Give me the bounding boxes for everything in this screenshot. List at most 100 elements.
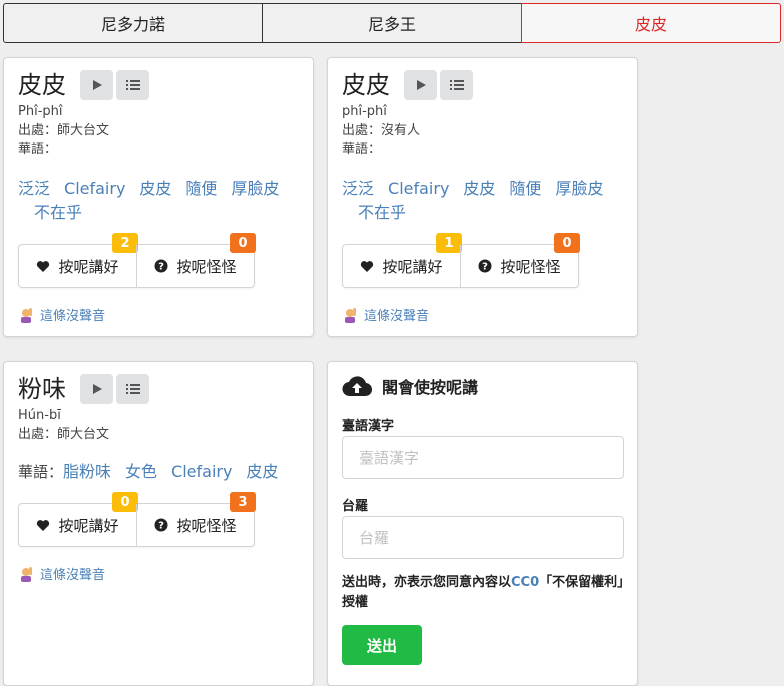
weird-count-badge: 0 — [554, 233, 580, 253]
no-sound-text: 這條沒聲音 — [364, 309, 430, 324]
vote-group: 按呢講好 1 ? 按呢怪怪 0 — [342, 233, 580, 288]
weird-button[interactable]: ? 按呢怪怪 0 — [136, 233, 256, 287]
like-label: 按呢講好 — [58, 516, 119, 535]
entry-romanization: Hún-bī — [18, 408, 61, 423]
related-link[interactable]: Clefairy — [64, 179, 125, 198]
related-link[interactable]: 不在乎 — [34, 203, 82, 222]
cloud-upload-icon — [342, 376, 372, 397]
like-button[interactable]: 按呢講好 2 — [19, 233, 138, 287]
weird-button[interactable]: ? 按呢怪怪 3 — [136, 492, 256, 546]
cc0-link[interactable]: CC0 — [511, 575, 539, 590]
weird-button[interactable]: ? 按呢怪怪 0 — [460, 233, 580, 287]
vote-group: 按呢講好 0 ? 按呢怪怪 3 — [18, 492, 256, 547]
related-link[interactable]: 皮皮 — [246, 462, 278, 481]
entry-meta: Phî-phî 出處：師大台文 華語： — [18, 102, 109, 159]
list-button[interactable] — [116, 70, 149, 100]
heart-icon — [361, 260, 374, 272]
person-raising-hand-icon — [21, 307, 32, 323]
related-link[interactable]: 女色 — [125, 462, 157, 481]
related-link[interactable]: 皮皮 — [463, 179, 495, 198]
tab-nidoking[interactable]: 尼多王 — [262, 3, 522, 43]
svg-text:?: ? — [483, 262, 489, 273]
list-icon — [125, 384, 140, 394]
tab-bar: 尼多力諾 尼多王 皮皮 — [3, 3, 781, 43]
word-row: 皮皮 — [18, 70, 152, 100]
related-link[interactable]: 隨便 — [185, 179, 217, 198]
word-row: 粉味 — [18, 374, 152, 404]
no-sound-link[interactable]: 這條沒聲音 — [18, 564, 105, 583]
question-circle-icon: ? — [478, 259, 492, 273]
entry-romanization: phî-phî — [342, 104, 387, 119]
license-note-prefix: 送出時，亦表示您同意內容以 — [342, 575, 512, 590]
like-button[interactable]: 按呢講好 1 — [343, 233, 462, 287]
no-sound-link[interactable]: 這條沒聲音 — [18, 305, 105, 324]
entry-word: 皮皮 — [342, 71, 390, 99]
like-label: 按呢講好 — [58, 257, 119, 276]
entry-mandarin-label: 華語： — [18, 463, 64, 481]
play-button[interactable] — [404, 70, 437, 100]
entry-word: 皮皮 — [18, 71, 66, 99]
entry-meta: phî-phî 出處：沒有人 華語： — [342, 102, 420, 159]
related-link[interactable]: 隨便 — [509, 179, 541, 198]
add-entry-form: 閣會使按呢講 臺語漢字 台羅 送出時，亦表示您同意內容以CC0「不保留權利」授權… — [327, 361, 638, 686]
related-link[interactable]: 泛泛 — [18, 179, 50, 198]
svg-text:?: ? — [159, 521, 165, 532]
list-icon — [125, 80, 140, 90]
tailo-label: 台羅 — [342, 499, 369, 514]
submit-button[interactable]: 送出 — [342, 625, 422, 665]
related-link[interactable]: 不在乎 — [358, 203, 406, 222]
weird-label: 按呢怪怪 — [500, 257, 561, 276]
play-icon — [92, 384, 102, 394]
tab-nidorino[interactable]: 尼多力諾 — [3, 3, 263, 43]
license-note: 送出時，亦表示您同意內容以CC0「不保留權利」授權 — [342, 573, 632, 613]
play-icon — [92, 80, 102, 90]
related-link[interactable]: Clefairy — [171, 462, 232, 481]
related-link[interactable]: 厚臉皮 — [231, 179, 279, 198]
related-links: 泛泛 Clefairy 皮皮 隨便 厚臉皮不在乎 — [342, 177, 623, 225]
person-raising-hand-icon — [345, 307, 356, 323]
list-button[interactable] — [440, 70, 473, 100]
like-button[interactable]: 按呢講好 0 — [19, 492, 138, 546]
person-raising-hand-icon — [21, 566, 32, 582]
like-count-badge: 1 — [436, 233, 462, 253]
list-icon — [449, 80, 464, 90]
no-sound-text: 這條沒聲音 — [40, 309, 106, 324]
entry-source: 出處：師大台文 — [18, 427, 110, 442]
entry-source: 出處：師大台文 — [18, 123, 110, 138]
entry-word: 粉味 — [18, 375, 66, 403]
no-sound-link[interactable]: 這條沒聲音 — [342, 305, 429, 324]
like-count-badge: 0 — [112, 492, 138, 512]
weird-label: 按呢怪怪 — [176, 516, 237, 535]
like-count-badge: 2 — [112, 233, 138, 253]
weird-count-badge: 0 — [230, 233, 256, 253]
weird-label: 按呢怪怪 — [176, 257, 237, 276]
related-link[interactable]: 泛泛 — [342, 179, 374, 198]
like-label: 按呢講好 — [382, 257, 443, 276]
tailo-input[interactable] — [342, 516, 624, 559]
entry-card: 皮皮 Phî-phî 出處：師大台文 華語： 泛泛 Clefairy 皮皮 隨便 厚臉皮… — [3, 57, 314, 337]
play-button[interactable] — [80, 70, 113, 100]
play-button[interactable] — [80, 374, 113, 404]
entry-romanization: Phî-phî — [18, 104, 63, 119]
question-circle-icon: ? — [154, 518, 168, 532]
list-button[interactable] — [116, 374, 149, 404]
entry-card: 粉味 Hún-bī 出處：師大台文 華語：脂粉味 女色 Clefairy 皮皮 按呢講… — [3, 361, 314, 686]
tab-clefairy[interactable]: 皮皮 — [521, 3, 781, 43]
question-circle-icon: ? — [154, 259, 168, 273]
entry-mandarin-label: 華語： — [18, 142, 58, 157]
related-link[interactable]: 厚臉皮 — [555, 179, 603, 198]
hanzi-label: 臺語漢字 — [342, 419, 395, 434]
hanzi-input[interactable] — [342, 436, 624, 479]
weird-count-badge: 3 — [230, 492, 256, 512]
related-link[interactable]: Clefairy — [388, 179, 449, 198]
related-link[interactable]: 脂粉味 — [63, 462, 111, 481]
heart-icon — [37, 519, 50, 531]
word-row: 皮皮 — [342, 70, 476, 100]
entry-card: 皮皮 phî-phî 出處：沒有人 華語： 泛泛 Clefairy 皮皮 隨便 厚臉皮不… — [327, 57, 638, 337]
related-links: 泛泛 Clefairy 皮皮 隨便 厚臉皮不在乎 — [18, 177, 299, 225]
entry-source: 出處：沒有人 — [342, 123, 421, 138]
entry-meta: Hún-bī 出處：師大台文 — [18, 406, 109, 444]
related-links: 華語：脂粉味 女色 Clefairy 皮皮 — [18, 460, 299, 484]
vote-group: 按呢講好 2 ? 按呢怪怪 0 — [18, 233, 256, 288]
related-link[interactable]: 皮皮 — [139, 179, 171, 198]
